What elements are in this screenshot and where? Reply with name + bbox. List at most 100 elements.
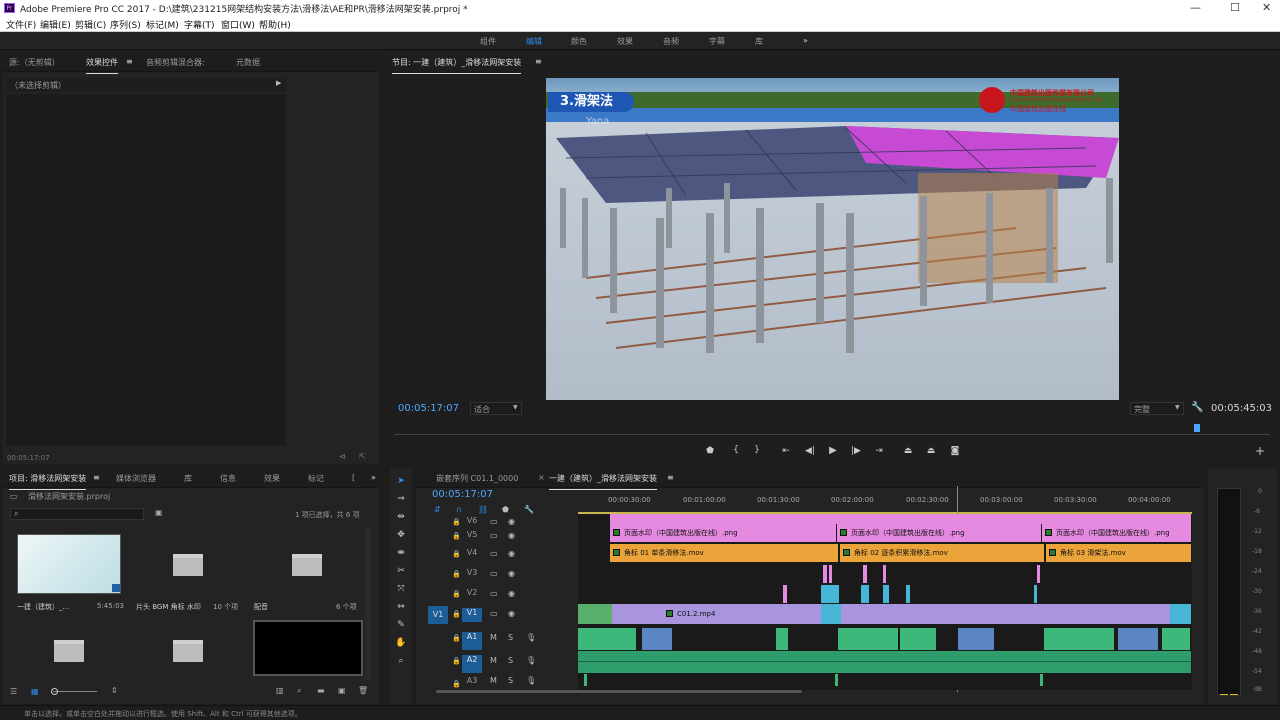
lock-icon[interactable]: 🔒 <box>452 550 461 558</box>
a3-clip[interactable] <box>584 674 587 686</box>
a1-clip[interactable] <box>1044 628 1114 650</box>
sync-icon[interactable]: ▭ <box>490 517 498 526</box>
v4-clip[interactable]: 角标 02 逐条积累滑移法.mov <box>840 544 1044 562</box>
tab-metadata[interactable]: 元数据 <box>236 57 260 68</box>
icon-view-icon[interactable]: ▦ <box>31 687 39 696</box>
a1-clip[interactable] <box>958 628 994 650</box>
eye-icon[interactable]: ◉ <box>508 531 515 540</box>
a1-clip[interactable] <box>838 628 898 650</box>
microphone-icon[interactable]: 🎙 <box>526 656 536 665</box>
v3-clip[interactable] <box>1037 565 1040 583</box>
tab-effects[interactable]: 效果 <box>264 473 280 484</box>
razor-tool-icon[interactable]: ✂ <box>395 566 407 576</box>
track-select-tool-icon[interactable]: ⇒ <box>395 494 407 504</box>
lock-icon[interactable]: 🔒 <box>452 532 461 540</box>
add-marker-icon[interactable]: ⬟ <box>704 446 716 456</box>
eye-icon[interactable]: ◉ <box>508 549 515 558</box>
a2-volume-line[interactable] <box>578 661 1191 662</box>
timeline-vertical-scrollbar[interactable] <box>1192 518 1198 694</box>
play-icon[interactable]: ▶ <box>827 445 839 456</box>
fit-dropdown[interactable]: 适合 ▼ <box>470 402 522 415</box>
a1-clip[interactable] <box>1118 628 1158 650</box>
workspace-color[interactable]: 颜色 <box>571 36 587 47</box>
a1-clip[interactable] <box>1162 628 1190 650</box>
v2-clip[interactable] <box>821 585 839 603</box>
tab-media-browser[interactable]: 媒体浏览器 <box>116 473 156 484</box>
mark-out-icon[interactable]: } <box>751 445 763 455</box>
tab-project[interactable]: 项目: 滑移法网架安装 <box>9 473 87 490</box>
v1-clip-label[interactable]: C01.2.mp4 <box>663 605 723 623</box>
sort-icon[interactable]: ⇕ <box>111 686 118 695</box>
a1-clip[interactable] <box>578 628 636 650</box>
track-label[interactable]: V5 <box>462 530 482 544</box>
workspace-libraries[interactable]: 库 <box>755 36 763 47</box>
v2-clip[interactable] <box>906 585 910 603</box>
sync-icon[interactable]: ▭ <box>490 569 498 578</box>
go-to-in-icon[interactable]: ⇤ <box>780 446 792 456</box>
bin-folder-icon[interactable] <box>173 640 203 662</box>
new-search-bin-icon[interactable]: ▣ <box>155 508 163 517</box>
v3-clip[interactable] <box>883 565 886 583</box>
menu-edit[interactable]: 编辑(E) <box>40 18 71 31</box>
ripple-edit-tool-icon[interactable]: ⇹ <box>395 512 407 522</box>
v1-clip[interactable] <box>821 604 841 624</box>
new-item-icon[interactable]: ▣ <box>338 686 346 695</box>
project-scrollbar[interactable] <box>365 528 371 680</box>
eye-icon[interactable]: ◉ <box>508 517 515 526</box>
tab-effect-controls[interactable]: 效果控件 <box>86 57 118 74</box>
close-window-button[interactable]: ✕ <box>1262 1 1271 14</box>
slide-tool-icon[interactable]: ⇔ <box>395 602 407 612</box>
microphone-icon[interactable]: 🎙 <box>526 633 536 642</box>
mute-button[interactable]: M <box>490 656 497 665</box>
program-menu-icon[interactable]: ≡ <box>535 57 542 66</box>
v3-clip[interactable] <box>863 565 867 583</box>
a2-music-clip[interactable] <box>578 651 1191 673</box>
export-icon[interactable]: ⇱ <box>359 452 366 461</box>
lift-icon[interactable]: ⏏ <box>902 446 914 456</box>
step-forward-icon[interactable]: |▶ <box>850 446 862 456</box>
lock-icon[interactable]: 🔒 <box>452 610 461 618</box>
maximize-button[interactable]: ☐ <box>1230 1 1240 14</box>
timeline-timecode[interactable]: 00:05:17:07 <box>432 489 493 500</box>
hand-tool-icon[interactable]: ✋ <box>395 638 407 648</box>
v5-clip[interactable]: 页面水印（中国建筑出版在线）.png <box>837 524 1041 542</box>
a1-clip[interactable] <box>642 628 672 650</box>
eye-icon[interactable]: ◉ <box>508 609 515 618</box>
export-frame-icon[interactable]: ◙ <box>949 446 961 456</box>
black-video-thumbnail[interactable] <box>253 620 363 676</box>
zoom-slider[interactable] <box>53 691 97 692</box>
a3-clip[interactable] <box>1040 674 1043 686</box>
v4-clip[interactable]: 角标 01 单条滑移法.mov <box>610 544 838 562</box>
tab-truncated[interactable]: [ <box>352 473 355 482</box>
tab-nested-sequence[interactable]: 嵌套序列 C01.1_0000 <box>436 473 518 484</box>
new-bin-icon[interactable]: ▬ <box>317 686 325 695</box>
v4-clip[interactable]: 角标 03 滑架法.mov <box>1046 544 1191 562</box>
bin-folder-icon[interactable] <box>292 554 322 576</box>
zoom-slider-handle[interactable] <box>51 688 58 695</box>
lock-icon[interactable]: 🔒 <box>452 657 461 665</box>
menu-marker[interactable]: 标记(M) <box>146 18 179 31</box>
track-label[interactable]: A1 <box>462 632 482 650</box>
bin-folder-icon[interactable] <box>54 640 84 662</box>
v5-clip[interactable]: 页面水印（中国建筑出版在线）.png <box>610 524 836 542</box>
tab-program[interactable]: 节目: 一建（建筑）_滑移法网架安装 <box>392 57 522 74</box>
sequence-thumbnail[interactable] <box>17 534 121 594</box>
a3-clip[interactable] <box>835 674 838 686</box>
v2-clip[interactable] <box>861 585 869 603</box>
bin-folder-icon[interactable] <box>173 554 203 576</box>
source-patch-v1[interactable]: V1 <box>428 606 448 624</box>
workspace-more-button[interactable]: » <box>803 36 808 45</box>
slip-tool-icon[interactable]: ⤧ <box>395 584 407 594</box>
rolling-edit-tool-icon[interactable]: ✥ <box>395 530 407 540</box>
list-view-icon[interactable]: ☰ <box>10 687 17 696</box>
menu-sequence[interactable]: 序列(S) <box>110 18 141 31</box>
automate-to-sequence-icon[interactable]: ▥ <box>276 686 284 695</box>
sync-icon[interactable]: ▭ <box>490 589 498 598</box>
track-label[interactable]: V4 <box>462 548 482 562</box>
find-icon[interactable]: ⌕ <box>297 686 301 696</box>
workspace-effects[interactable]: 效果 <box>617 36 633 47</box>
workspace-audio[interactable]: 音频 <box>663 36 679 47</box>
lock-icon[interactable]: 🔒 <box>452 518 461 526</box>
v2-clip[interactable] <box>783 585 787 603</box>
v3-clip[interactable] <box>823 565 827 583</box>
